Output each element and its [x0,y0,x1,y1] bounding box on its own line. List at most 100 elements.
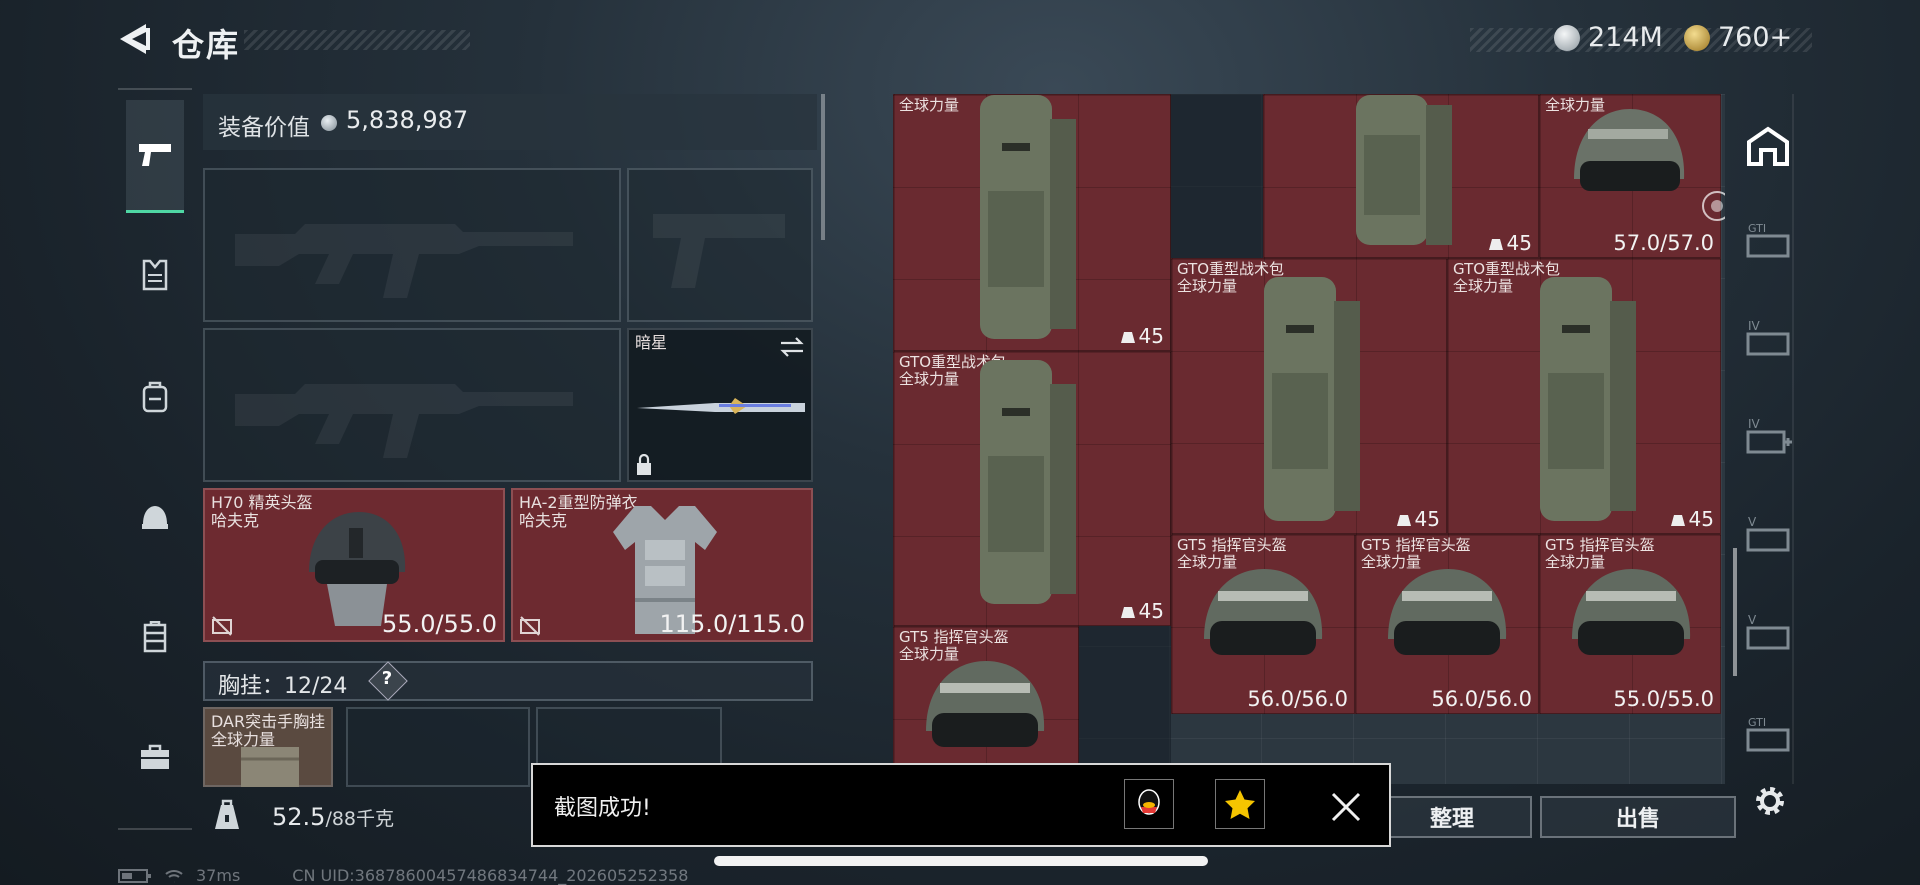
chest-rig-item-name: DAR突击手胸挂 [211,712,326,731]
tab-case-1[interactable]: GTI [1740,212,1796,268]
empty-cell[interactable] [1171,94,1263,258]
nav-armor[interactable] [126,246,184,304]
primary-weapon-slot[interactable] [203,168,621,322]
pistol-silhouette-icon [653,214,785,288]
page-title: 仓库 [172,26,241,64]
stash-item-backpack[interactable]: GTO重型战术包 全球力量 45 [893,351,1171,626]
battery-icon [118,868,151,883]
lock-icon [637,454,651,475]
currency-silver-value: 214M [1588,22,1663,53]
case-v2-icon: V [1746,613,1790,650]
secondary-weapon-slot[interactable] [203,328,621,482]
equipment-value-label: 装备价值 [218,115,310,141]
sidearm-slot[interactable] [627,168,813,322]
item-count: 45 [1670,507,1714,531]
close-icon[interactable] [1325,786,1367,828]
backpack-image [980,95,1076,339]
melee-slot[interactable]: 暗星 [627,328,813,482]
stash-item-backpack[interactable]: GTO重型战术包 全球力量 45 [1447,258,1721,534]
chest-rig-image [241,747,299,787]
tab-case-4[interactable]: V [1740,506,1796,562]
tab-case-3[interactable]: IV [1740,408,1796,464]
share-qzone-button[interactable] [1215,779,1265,829]
status-bar: 37ms CN UID:3687860045748683474​4_202605… [118,866,688,885]
sort-button[interactable]: 整理 [1372,796,1532,838]
tab-case-2[interactable]: IV [1740,310,1796,366]
weight-current: 52.5 [272,803,326,831]
nav-helmet[interactable] [126,488,184,546]
svg-text:IV: IV [1748,417,1761,431]
helmet-slot[interactable]: H70 精英头盔 哈夫克 55.0/55.0 [203,488,505,642]
backpack-image [1540,277,1636,521]
pocket-slot[interactable] [346,707,530,787]
stash-grid[interactable]: 全球力量 45 45 全球力量 57.0/57.0 GTO重型战术包 全球力量 4… [893,94,1725,784]
tab-stash-home[interactable] [1740,118,1796,174]
carry-weight: 52.5/88千克 [272,803,394,831]
equipment-value: 5,838,987 [346,106,469,134]
helmet-icon [142,506,168,529]
svg-text:V: V [1748,515,1757,529]
loadout-scrollbar[interactable] [821,94,825,240]
home-icon [1747,126,1789,166]
item-durability: 56.0/56.0 [1431,687,1532,711]
rig-icon [143,621,167,653]
currency-gold[interactable]: 760+ [1684,22,1792,53]
empty-cell[interactable] [1079,626,1171,784]
settings-gear-icon[interactable] [1752,783,1788,819]
stash-item-helmet[interactable]: GT5 指挥官头盔 全球力量 55.0/55.0 [1539,534,1721,714]
home-indicator [714,856,1208,866]
no-insure-icon [212,616,232,636]
item-sub: 全球力量 [899,96,960,114]
vest-icon [142,259,168,291]
helmet-brand: 哈夫克 [211,511,260,530]
helmet-image [926,661,1045,747]
crosshair-icon [1702,191,1725,221]
item-durability: 55.0/55.0 [1613,687,1714,711]
weight-max: /88千克 [325,808,395,830]
stash-item-helmet[interactable]: GT5 指挥官头盔 全球力量 56.0/56.0 [1171,534,1355,714]
stash-item-backpack[interactable]: 全球力量 45 [893,94,1171,351]
tab-case-6[interactable]: GTI [1740,706,1796,762]
helmet-durability: 55.0/55.0 [382,610,497,638]
item-durability: 57.0/57.0 [1613,231,1714,255]
capacity-icon [1488,239,1503,250]
stash-item-helmet[interactable]: GT5 指挥官头盔 全球力量 56.0/56.0 [1355,534,1539,714]
qq-icon [1138,789,1160,815]
chest-rig-item[interactable]: DAR突击手胸挂 全球力量 [203,707,333,787]
share-qq-button[interactable] [1124,779,1174,829]
nav-case[interactable] [126,728,184,786]
stash-scrollbar[interactable] [1733,548,1737,676]
swap-icon[interactable] [779,336,805,358]
item-count: 45 [1120,599,1164,623]
helmet-name: H70 精英头盔 [211,493,313,512]
capacity-icon [1670,515,1685,526]
back-button[interactable] [116,20,154,58]
silver-coin-icon [1554,24,1580,51]
nav-backpack[interactable] [126,368,184,426]
uid-text: CN UID:3687860045748683474​4_20260525235… [292,866,689,885]
stash-item-backpack[interactable]: 45 [1263,94,1539,258]
helmet-image [1574,109,1685,191]
stash-item-helmet[interactable]: GT5 指挥官头盔 全球力量 [893,626,1079,784]
helmet-image [1204,569,1323,655]
armor-slot[interactable]: HA-2重型防弹衣 哈夫克 115.0/115.0 [511,488,813,642]
tab-case-5[interactable]: V [1740,604,1796,660]
helmet-slot-label: H70 精英头盔 哈夫克 [211,494,312,530]
item-count: 45 [1120,324,1164,348]
nav-weapons[interactable] [126,100,184,213]
no-insure-icon [520,616,540,636]
chest-rig-label: 胸挂：12/24 [218,668,347,700]
nav-rig[interactable] [126,608,184,666]
sell-button[interactable]: 出售 [1540,796,1736,838]
stash-item-helmet[interactable]: 全球力量 57.0/57.0 [1539,94,1725,258]
armor-durability: 115.0/115.0 [659,610,806,638]
helmet-image [1572,569,1691,655]
currency-silver[interactable]: 214M [1554,22,1663,53]
capacity-icon [1120,607,1135,618]
item-count: 45 [1396,507,1440,531]
qzone-star-icon [1225,790,1255,819]
melee-name: 暗星 [635,333,668,352]
help-icon: ? [381,668,393,689]
stash-item-backpack[interactable]: GTO重型战术包 全球力量 45 [1171,258,1447,534]
case-gti2-icon: GTI [1746,716,1790,752]
